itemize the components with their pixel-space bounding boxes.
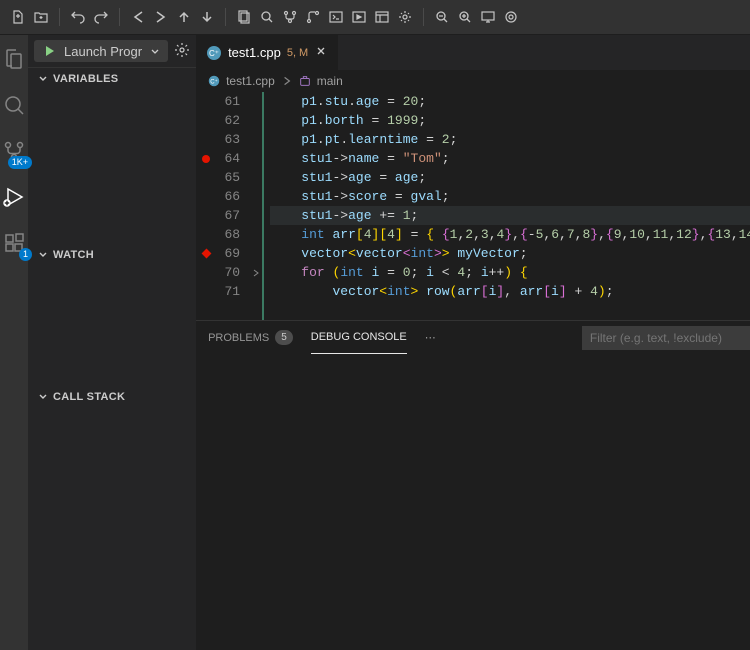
- new-file-icon[interactable]: [10, 9, 26, 25]
- zoom-in-icon[interactable]: [457, 9, 473, 25]
- callstack-header[interactable]: CALL STACK: [28, 386, 196, 408]
- ext-badge: 1: [19, 248, 32, 261]
- terminal-icon[interactable]: [328, 9, 344, 25]
- extensions-icon[interactable]: 1: [0, 229, 28, 257]
- code-line[interactable]: p1.borth = 1999;: [270, 111, 750, 130]
- code-line[interactable]: int arr[4][4] = { {1,2,3,4},{-5,6,7,8},{…: [270, 225, 750, 244]
- tab-modified-badge: 5, M: [287, 47, 308, 59]
- tab-title: test1.cpp: [228, 45, 281, 60]
- code-line[interactable]: vector<vector<int>> myVector;: [270, 244, 750, 263]
- debug-settings-icon[interactable]: [174, 42, 190, 61]
- code-line[interactable]: stu1->score = gval;: [270, 187, 750, 206]
- cpp-file-icon: C⁺: [208, 75, 220, 87]
- editor-tab[interactable]: C⁺ test1.cpp 5, M: [196, 35, 338, 70]
- line-number: 66: [216, 187, 240, 206]
- line-number: 62: [216, 111, 240, 130]
- undo-icon[interactable]: [70, 9, 86, 25]
- code-line[interactable]: stu1->age += 1;: [270, 206, 750, 225]
- code-line[interactable]: stu1->name = "Tom";: [270, 149, 750, 168]
- svg-text:C⁺: C⁺: [210, 78, 218, 85]
- top-toolbar: [0, 0, 750, 35]
- breadcrumb[interactable]: C⁺ test1.cpp main: [196, 70, 750, 92]
- line-number: 63: [216, 130, 240, 149]
- code-editor[interactable]: 6162636465666768697071 p1.stu.age = 20; …: [196, 92, 750, 320]
- search-icon[interactable]: [0, 91, 28, 119]
- cpp-file-icon: C⁺: [206, 45, 222, 61]
- breakpoint-gutter[interactable]: [196, 263, 216, 282]
- problems-count: 5: [275, 330, 293, 345]
- screen-icon[interactable]: [480, 9, 496, 25]
- debug-sidebar: Launch Progr VARIABLES WATCH CALL STACK: [28, 35, 196, 650]
- explorer-icon[interactable]: [0, 45, 28, 73]
- code-line[interactable]: p1.stu.age = 20;: [270, 92, 750, 111]
- code-line[interactable]: vector<int> row(arr[i], arr[i] + 4);: [270, 282, 750, 301]
- breakpoint-gutter[interactable]: [196, 225, 216, 244]
- problems-tab[interactable]: PROBLEMS5: [208, 321, 293, 354]
- breakpoint-gutter[interactable]: [196, 149, 216, 168]
- breakpoint-gutter[interactable]: [196, 244, 216, 263]
- close-icon[interactable]: [314, 44, 328, 61]
- variables-header[interactable]: VARIABLES: [28, 68, 196, 90]
- breakpoint-gutter[interactable]: [196, 92, 216, 111]
- target-icon[interactable]: [503, 9, 519, 25]
- search-icon[interactable]: [259, 9, 275, 25]
- play-panel-icon[interactable]: [351, 9, 367, 25]
- watch-header[interactable]: WATCH: [28, 244, 196, 266]
- line-number: 68: [216, 225, 240, 244]
- line-number: 67: [216, 206, 240, 225]
- debug-console-tab[interactable]: DEBUG CONSOLE: [311, 321, 407, 354]
- line-number: 65: [216, 168, 240, 187]
- files-icon[interactable]: [236, 9, 252, 25]
- scm-badge: 1K+: [8, 156, 32, 169]
- forward-icon[interactable]: [153, 9, 169, 25]
- git-icon[interactable]: [305, 9, 321, 25]
- breakpoint-gutter[interactable]: [196, 111, 216, 130]
- down-icon[interactable]: [199, 9, 215, 25]
- line-number: 71: [216, 282, 240, 301]
- line-number: 64: [216, 149, 240, 168]
- zoom-out-icon[interactable]: [434, 9, 450, 25]
- breakpoint-gutter[interactable]: [196, 206, 216, 225]
- up-icon[interactable]: [176, 9, 192, 25]
- code-line[interactable]: stu1->age = age;: [270, 168, 750, 187]
- layout-icon[interactable]: [374, 9, 390, 25]
- code-line[interactable]: p1.pt.learntime = 2;: [270, 130, 750, 149]
- debug-config-label: Launch Progr: [64, 44, 142, 59]
- breakpoint-gutter[interactable]: [196, 187, 216, 206]
- line-number: 70: [216, 263, 240, 282]
- new-folder-icon[interactable]: [33, 9, 49, 25]
- breakpoint-gutter[interactable]: [196, 130, 216, 149]
- line-number: 69: [216, 244, 240, 263]
- panel-filter-input[interactable]: [582, 326, 750, 350]
- breakpoint-gutter[interactable]: [196, 168, 216, 187]
- run-debug-icon[interactable]: [0, 183, 28, 211]
- breakpoint-gutter[interactable]: [196, 282, 216, 301]
- svg-text:C⁺: C⁺: [209, 49, 219, 58]
- branch-icon[interactable]: [282, 9, 298, 25]
- code-line[interactable]: for (int i = 0; i < 4; i++) {: [270, 263, 750, 282]
- panel-more-icon[interactable]: ⋯: [425, 321, 436, 354]
- editor-tabs: C⁺ test1.cpp 5, M: [196, 35, 750, 70]
- line-number: 61: [216, 92, 240, 111]
- redo-icon[interactable]: [93, 9, 109, 25]
- debug-config-selector[interactable]: Launch Progr: [34, 40, 168, 62]
- source-control-icon[interactable]: 1K+: [0, 137, 28, 165]
- activity-bar: 1K+ 1: [0, 35, 28, 650]
- back-icon[interactable]: [130, 9, 146, 25]
- settings-icon[interactable]: [397, 9, 413, 25]
